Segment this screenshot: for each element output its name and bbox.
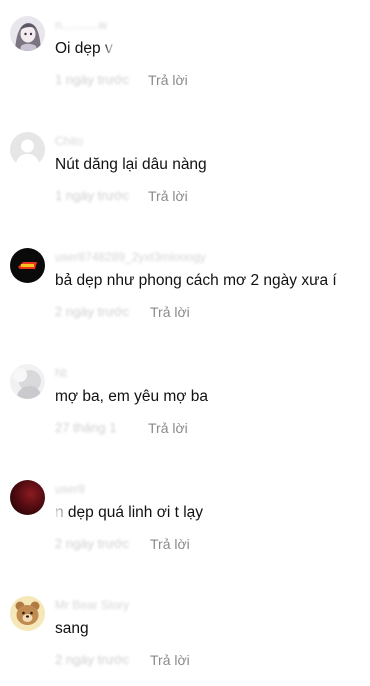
comment-item: n...........w Oi dẹp v 1 ngày trước Trả … (0, 16, 370, 106)
comment-text: Oi dẹp v (55, 40, 113, 57)
comment-time: 2 ngày trước (55, 536, 130, 551)
comment-username[interactable]: Nt (55, 366, 67, 380)
comment-text: n dẹp quá linh ơi t lạy (55, 504, 204, 521)
comment-username[interactable]: n...........w (55, 18, 107, 32)
comment-item: Chito Nút dăng lại dâu nàng 1 ngày trước… (0, 132, 370, 222)
comment-meta: 1 ngày trước (55, 72, 129, 87)
comment-username[interactable]: user8748289_2yxt3mlooogy (55, 250, 206, 264)
default-user-avatar-icon[interactable] (10, 132, 45, 167)
grey-user-avatar-icon[interactable] (10, 364, 45, 399)
comment-username[interactable]: Mr Bear Story (55, 598, 129, 612)
comment-time: 1 ngày trước (55, 72, 130, 87)
logo-avatar-icon[interactable] (10, 248, 45, 283)
anime-girl-avatar-icon[interactable] (10, 16, 45, 51)
reply-button[interactable]: Trả lời (150, 652, 190, 668)
comment-time: 2 ngày trước (55, 304, 130, 319)
comment-item: user8 n dẹp quá linh ơi t lạy 2 ngày trư… (0, 480, 370, 570)
comment-time: 1 ngày trước (55, 188, 130, 203)
comment-meta: 2 ngày trước (55, 304, 129, 319)
dark-red-avatar-icon[interactable] (10, 480, 45, 515)
reply-button[interactable]: Trả lời (148, 420, 188, 436)
blurred-text-overlay (108, 43, 148, 63)
comment-meta: 27 tháng 1 (55, 420, 116, 435)
comment-username[interactable]: user8 (55, 482, 85, 496)
comment-meta: 1 ngày trước (55, 188, 129, 203)
comment-text: sang (55, 620, 89, 637)
comment-meta: 2 ngày trước (55, 536, 129, 551)
comment-meta: 2 ngày trước (55, 652, 129, 667)
reply-button[interactable]: Trả lời (148, 72, 188, 88)
reply-button[interactable]: Trả lời (150, 536, 190, 552)
comment-item: Mr Bear Story sang 2 ngày trước Trả lời (0, 596, 370, 686)
comment-text: bả dẹp như phong cách mơ 2 ngày xưa í (55, 272, 337, 289)
reply-button[interactable]: Trả lời (150, 304, 190, 320)
comment-time: 2 ngày trước (55, 652, 130, 667)
comment-text: Nút dăng lại dâu nàng (55, 156, 207, 173)
blurred-text-overlay (50, 507, 64, 527)
bear-avatar-icon[interactable] (10, 596, 45, 631)
comment-username[interactable]: Chito (55, 134, 83, 148)
comment-time: 27 tháng 1 (55, 420, 117, 435)
comment-item: Nt mợ ba, em yêu mợ ba 27 tháng 1 Trả lờ… (0, 364, 370, 454)
reply-button[interactable]: Trả lời (148, 188, 188, 204)
comment-item: user8748289_2yxt3mlooogy bả dẹp như phon… (0, 248, 370, 338)
comment-text: mợ ba, em yêu mợ ba (55, 388, 208, 405)
